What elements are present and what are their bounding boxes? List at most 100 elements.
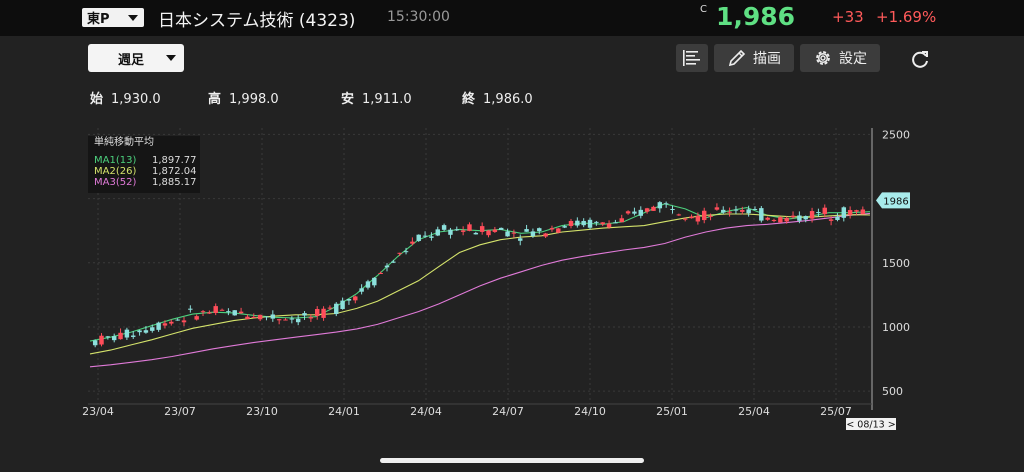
candle-body: [689, 216, 694, 219]
candle-body: [92, 340, 98, 346]
legend-item-name: MA3(52): [94, 177, 137, 188]
candle-body: [682, 218, 688, 220]
legend-item: MA3(52) 1,885.17: [88, 177, 200, 188]
candle-body: [219, 309, 225, 311]
candle-body: [207, 312, 212, 314]
candle-body: [816, 212, 821, 214]
candle-body: [137, 330, 142, 333]
candle-body: [752, 209, 758, 211]
candle-body: [321, 308, 326, 318]
x-tick-label: 25/04: [738, 405, 770, 418]
candle-body: [638, 209, 643, 216]
y-tick-label: 1500: [882, 257, 910, 270]
date-label: < 08/13 >: [846, 420, 895, 431]
candle-body: [403, 251, 409, 253]
candle-body: [543, 233, 548, 237]
candle-body: [270, 314, 276, 319]
y-tick-label: 500: [882, 385, 903, 398]
candle-body: [473, 232, 479, 235]
candle-body: [568, 221, 574, 226]
candle-body: [460, 230, 466, 232]
candle-body: [727, 211, 732, 213]
candle-body: [587, 219, 593, 228]
x-tick-label: 24/01: [328, 405, 360, 418]
candle-body: [632, 211, 637, 214]
candle-body: [511, 232, 517, 234]
legend-item-name: MA2(26): [94, 166, 137, 177]
candle-body: [778, 217, 783, 223]
candle-body: [257, 314, 263, 320]
legend-item-value: 1,885.17: [152, 177, 197, 188]
candle-body: [365, 281, 371, 288]
x-tick-label: 23/10: [246, 405, 278, 418]
candle-body: [283, 319, 288, 321]
candle-body: [518, 238, 523, 241]
candle-body: [797, 215, 802, 221]
candle-body: [733, 209, 739, 211]
candle-body: [111, 336, 117, 341]
x-tick-label: 24/10: [574, 405, 606, 418]
candle-body: [606, 223, 612, 228]
candle-body: [118, 332, 123, 340]
candle-body: [841, 207, 847, 218]
candle-body: [378, 273, 383, 275]
home-indicator: [380, 458, 644, 463]
candle-body: [486, 230, 491, 236]
candle-body: [467, 224, 472, 231]
candle-body: [124, 329, 130, 338]
candle-body: [169, 321, 174, 324]
candle-body: [302, 313, 307, 316]
candle-body: [663, 203, 669, 205]
candle-body: [695, 215, 701, 222]
candle-body: [353, 296, 358, 301]
chart-legend: 単純移動平均 MA1(13) 1,897.77 MA2(26) 1,872.04…: [88, 136, 200, 193]
candle-body: [200, 311, 206, 313]
candle-body: [771, 219, 777, 221]
legend-item-value: 1,872.04: [152, 166, 197, 177]
candle-body: [860, 209, 866, 215]
candle-body: [188, 308, 193, 310]
candle-body: [746, 209, 751, 214]
candle-body: [537, 228, 542, 232]
candle-body: [575, 220, 580, 226]
candle-body: [644, 208, 650, 212]
candle-body: [822, 207, 827, 215]
legend-item-value: 1,897.77: [152, 155, 197, 166]
candle-body: [676, 214, 682, 216]
candle-body: [479, 226, 485, 232]
candle-body: [847, 210, 853, 215]
candle-body: [835, 216, 840, 221]
candle-body: [346, 299, 352, 301]
candle-body: [549, 228, 555, 230]
legend-item-name: MA1(13): [94, 155, 137, 166]
candle-body: [524, 229, 529, 232]
candle-body: [790, 215, 796, 218]
candlestick-chart[interactable]: 250020001500100050023/0423/0723/1024/012…: [0, 0, 1024, 472]
candle-body: [803, 216, 808, 220]
candle-body: [429, 236, 434, 238]
legend-item: MA1(13) 1,897.77: [88, 155, 200, 166]
candle-body: [809, 211, 815, 219]
candle-body: [702, 210, 707, 221]
candle-body: [765, 217, 770, 220]
candle-body: [828, 219, 834, 221]
candle-body: [245, 316, 250, 320]
candle-body: [740, 209, 745, 212]
candle-body: [238, 311, 244, 314]
candle-body: [372, 277, 377, 286]
y-tick-label: 1000: [882, 321, 910, 334]
x-tick-label: 24/07: [492, 405, 524, 418]
last-price-label: 1986: [883, 196, 908, 207]
candle-body: [391, 261, 396, 263]
candle-body: [308, 317, 314, 319]
candle-body: [175, 319, 180, 321]
candle-body: [131, 335, 136, 337]
candle-body: [530, 231, 536, 237]
candle-body: [505, 231, 510, 237]
legend-title: 単純移動平均: [94, 137, 154, 148]
x-tick-label: 23/07: [164, 405, 196, 418]
candle-body: [410, 241, 415, 244]
x-tick-label: 24/04: [410, 405, 442, 418]
candle-body: [581, 220, 586, 226]
x-tick-label: 25/01: [656, 405, 688, 418]
